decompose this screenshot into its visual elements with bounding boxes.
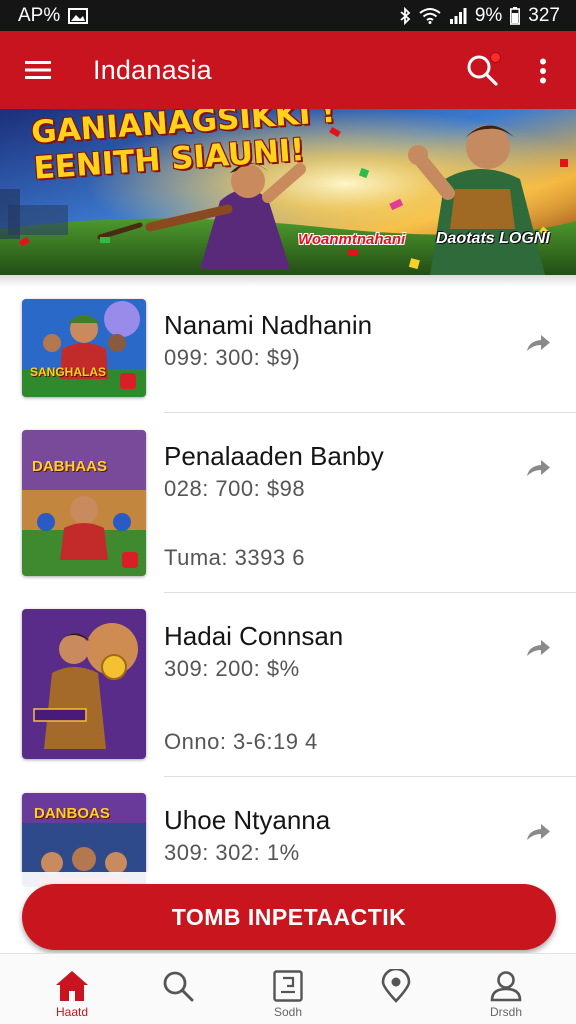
search-icon: [158, 966, 198, 1006]
primary-action-button[interactable]: TOMB INPETAACTIK: [22, 884, 556, 950]
game-title: Penalaaden Banby: [164, 441, 384, 471]
more-options-button[interactable]: [526, 51, 560, 91]
game-thumbnail: DABHAAS: [22, 430, 146, 576]
game-title: Hadai Connsan: [164, 621, 344, 651]
profile-icon: [486, 966, 526, 1006]
nav-home-label: Haatd: [55, 1005, 89, 1019]
status-bar: AP% 9% 327: [0, 0, 576, 31]
game-title: Uhoe Ntyanna: [164, 805, 331, 835]
notification-dot: [490, 52, 501, 63]
nav-home[interactable]: Haatd: [22, 954, 122, 1024]
hamburger-icon: [25, 61, 51, 79]
list-item[interactable]: Hadai Connsan 309: 200: $% Onno: 3-6:19 …: [0, 593, 576, 777]
bottom-navigation: Haatd Sodh Drsdh: [0, 953, 576, 1024]
banner-tagline-right: Daotats LOGNI: [436, 230, 550, 247]
nav-doc[interactable]: Sodh: [238, 954, 338, 1024]
home-icon: [52, 966, 92, 1006]
game-extra-info: Onno: 3-6:19 4: [164, 729, 318, 754]
image-icon: [68, 7, 89, 24]
share-button[interactable]: [522, 455, 554, 481]
share-arrow-icon: [527, 460, 550, 476]
location-icon: [376, 966, 416, 1006]
thumbnail-label: DANBOAS: [34, 805, 110, 822]
banner-tagline-left: Woanmtnahani: [298, 231, 406, 248]
thumbnail-label: SANGHALAS: [30, 365, 107, 379]
list-item[interactable]: DABHAAS Penalaaden Banby 028: 700: $98 T…: [0, 413, 576, 593]
list-item[interactable]: SANGHALAS Nanami Nadhanin 099: 300: $9): [0, 275, 576, 413]
clock: 327: [528, 4, 560, 26]
nav-search[interactable]: [128, 954, 228, 1024]
game-title: Nanami Nadhanin: [164, 310, 373, 340]
game-meta: 309: 302: 1%: [164, 840, 300, 865]
more-vertical-icon: [540, 58, 546, 84]
battery-percent: 9%: [474, 4, 503, 26]
game-meta: 309: 200: $%: [164, 656, 300, 681]
battery-icon: [510, 6, 521, 25]
menu-button[interactable]: [18, 53, 58, 87]
doc-icon: [268, 966, 308, 1006]
thumbnail-label: DABHAAS: [32, 458, 107, 475]
share-arrow-icon: [527, 824, 550, 840]
app-bar: Indanasia: [0, 31, 576, 109]
share-button[interactable]: [522, 635, 554, 661]
app-title: Indanasia: [93, 55, 212, 85]
game-meta: 028: 700: $98: [164, 476, 306, 501]
game-meta: 099: 300: $9): [164, 345, 301, 370]
promo-banner[interactable]: GANIANAGSIKKI ! EENITH SIAUNI! Woanmtnah…: [0, 109, 576, 275]
game-extra-info: Tuma: 3393 6: [164, 545, 305, 570]
signal-icon: [449, 7, 467, 24]
bluetooth-icon: [399, 6, 411, 25]
nav-profile[interactable]: Drsdh: [456, 954, 556, 1024]
share-button[interactable]: [522, 819, 554, 845]
nav-profile-label: Drsdh: [489, 1005, 522, 1019]
share-button[interactable]: [522, 330, 554, 356]
list-item[interactable]: DANBOAS Uhoe Ntyanna 309: 302: 1%: [0, 777, 576, 887]
nav-location[interactable]: [346, 954, 446, 1024]
game-thumbnail: SANGHALAS: [22, 299, 146, 397]
game-thumbnail: [22, 609, 146, 759]
wifi-icon: [419, 7, 441, 24]
nav-doc-label: Sodh: [273, 1005, 303, 1019]
share-arrow-icon: [527, 335, 550, 351]
share-arrow-icon: [527, 640, 550, 656]
status-carrier-text: AP%: [18, 4, 61, 26]
